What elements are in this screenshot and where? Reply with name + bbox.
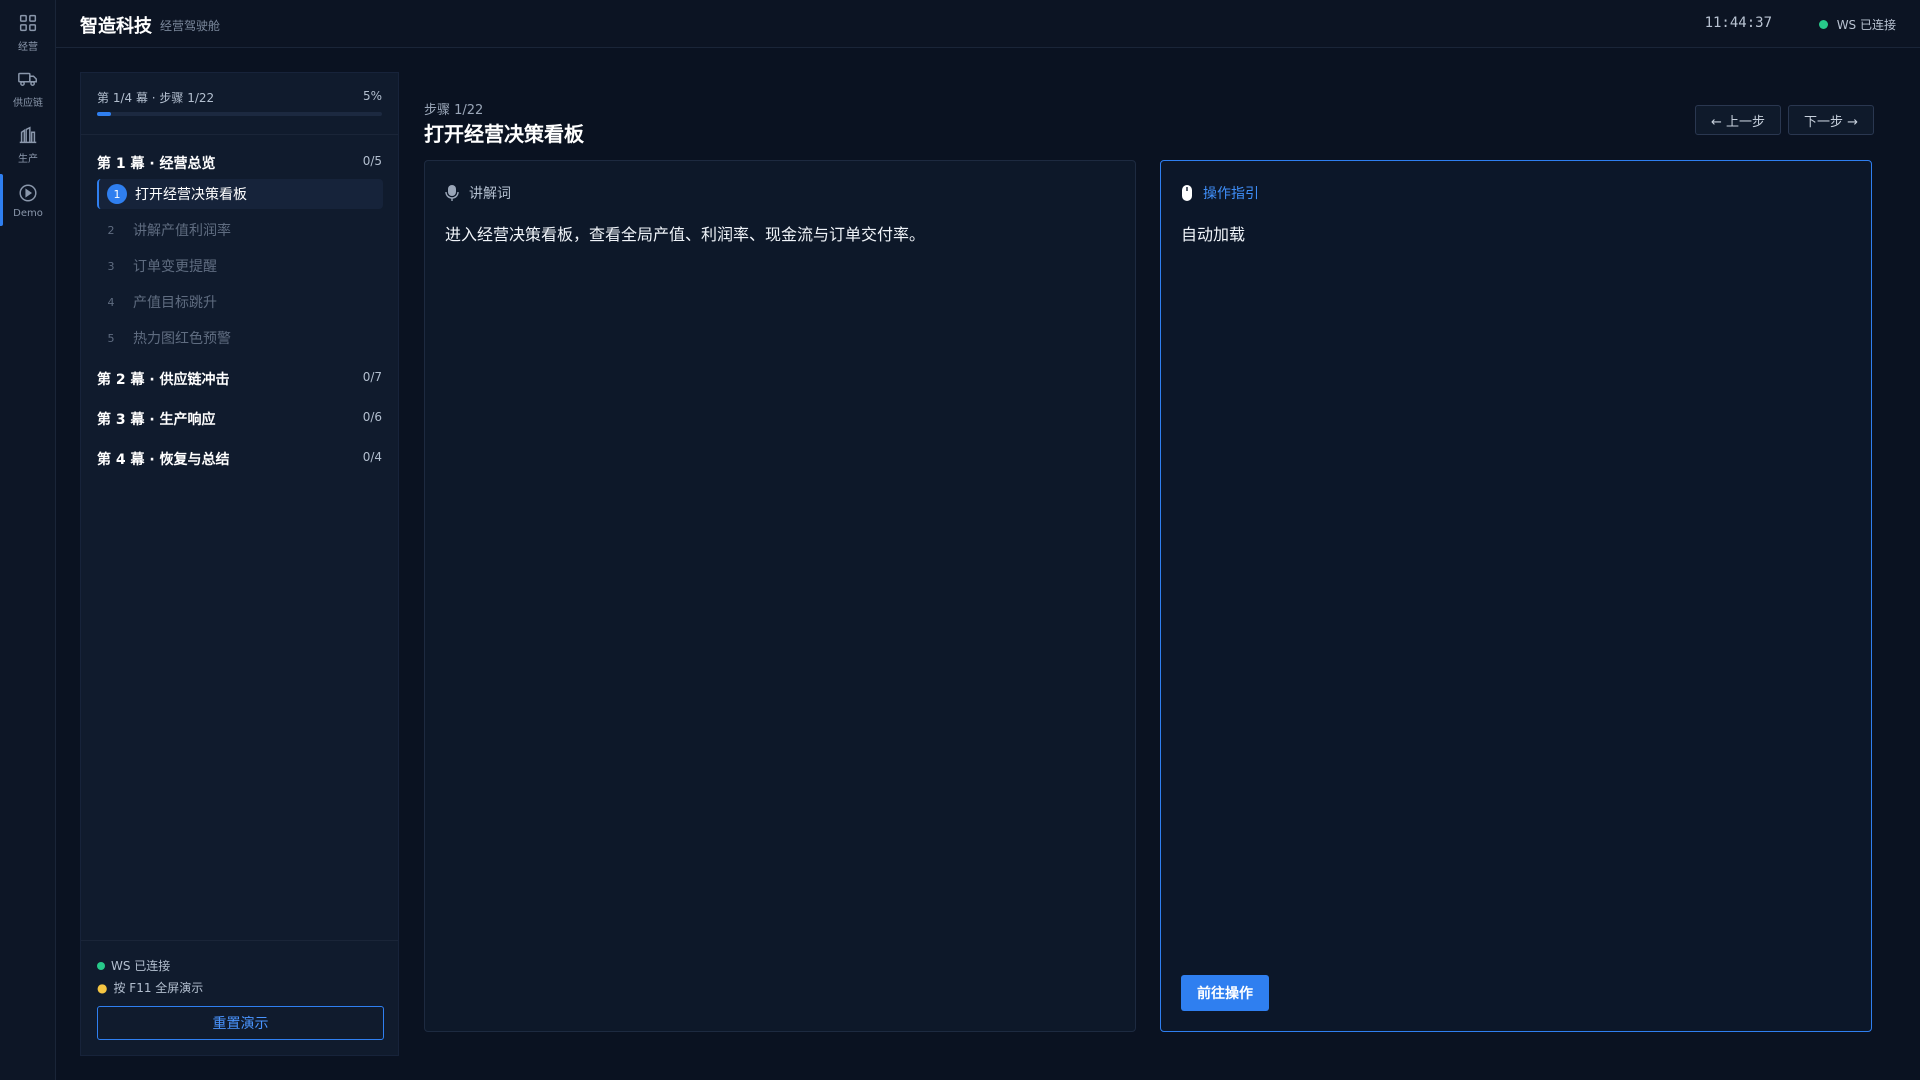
- progress-header: 第 1/4 幕 · 步骤 1/22 5%: [97, 89, 382, 106]
- guide-text: 自动加载: [1181, 225, 1246, 244]
- act-count: 0/5: [362, 154, 382, 168]
- script-card-title: 讲解词: [469, 186, 511, 202]
- guide-card: 操作指引 自动加载 前往操作: [1160, 160, 1872, 1032]
- step-item-5[interactable]: 5 热力图红色预警: [97, 323, 383, 353]
- footer-ws-status: WS 已连接: [97, 957, 170, 974]
- steps-panel: 第 1/4 幕 · 步骤 1/22 5% 第 1 幕 · 经营总览 0/5 1 …: [80, 72, 399, 1056]
- rail-label: 经营: [18, 41, 38, 53]
- rail-item-operations[interactable]: 经营: [0, 4, 56, 60]
- grid-icon: [19, 14, 37, 31]
- step-number: 1: [107, 184, 127, 204]
- act-header-2[interactable]: 第 2 幕 · 供应链冲击 0/7: [97, 369, 382, 389]
- top-bar: 智造科技 经营驾驶舱 11:44:37 WS 已连接: [56, 0, 1920, 48]
- step-item-1[interactable]: 1 打开经营决策看板: [97, 179, 383, 209]
- app-root: 经营 供应链 生产 Demo 智造科技 经营驾驶舱 11:44:37 WS 已连…: [0, 0, 1920, 1080]
- progress-bar: [97, 112, 382, 116]
- act-title: 第 4 幕 · 恢复与总结: [97, 452, 230, 468]
- truck-icon: [18, 72, 37, 86]
- act-title: 第 1 幕 · 经营总览: [97, 156, 216, 172]
- script-card: 讲解词 进入经营决策看板，查看全局产值、利润率、现金流与订单交付率。: [424, 160, 1136, 1032]
- rail-label: 供应链: [13, 97, 43, 109]
- act-title: 第 3 幕 · 生产响应: [97, 412, 216, 428]
- rail-label: 生产: [18, 153, 38, 165]
- step-label: 热力图红色预警: [133, 331, 231, 347]
- fullscreen-hint: ● 按 F11 全屏演示: [97, 979, 203, 996]
- divider: [81, 940, 398, 941]
- ws-status: WS 已连接: [1818, 16, 1896, 33]
- step-number: 4: [107, 295, 115, 309]
- step-number: 3: [107, 259, 115, 273]
- status-dot-icon: [1818, 20, 1828, 29]
- progress-text: 第 1/4 幕 · 步骤 1/22: [97, 91, 215, 105]
- step-number: 5: [107, 331, 115, 345]
- mouse-icon: [1182, 185, 1192, 201]
- act-count: 0/7: [362, 370, 382, 384]
- step-label: 产值目标跳升: [133, 295, 217, 311]
- step-counter: 步骤 1/22: [424, 103, 484, 118]
- script-card-header: 讲解词: [445, 183, 511, 203]
- ws-status-label: WS 已连接: [1836, 18, 1896, 32]
- step-item-4[interactable]: 4 产值目标跳升: [97, 287, 383, 317]
- brand-subtitle: 经营驾驶舱: [160, 19, 221, 33]
- factory-icon: [19, 125, 37, 143]
- step-label: 打开经营决策看板: [135, 187, 247, 203]
- lightbulb-icon: ●: [97, 980, 108, 995]
- step-item-2[interactable]: 2 讲解产值利润率: [97, 215, 383, 245]
- microphone-icon: [445, 185, 459, 201]
- guide-card-title: 操作指引: [1203, 186, 1259, 202]
- step-item-3[interactable]: 3 订单变更提醒: [97, 251, 383, 281]
- side-rail: 经营 供应链 生产 Demo: [0, 0, 56, 1080]
- rail-item-demo[interactable]: Demo: [0, 172, 56, 228]
- clock: 11:44:37: [1704, 15, 1772, 31]
- prev-step-button[interactable]: ← 上一步: [1695, 105, 1781, 135]
- go-to-action-button[interactable]: 前往操作: [1181, 975, 1269, 1011]
- play-circle-icon: [19, 183, 37, 202]
- hint-label: 按 F11 全屏演示: [113, 981, 204, 995]
- act-header-1[interactable]: 第 1 幕 · 经营总览 0/5: [97, 153, 382, 173]
- brand-title: 智造科技: [80, 16, 152, 37]
- reset-demo-button[interactable]: 重置演示: [97, 1006, 384, 1040]
- act-header-3[interactable]: 第 3 幕 · 生产响应 0/6: [97, 409, 382, 429]
- rail-item-production[interactable]: 生产: [0, 116, 56, 172]
- step-title: 打开经营决策看板: [424, 122, 584, 146]
- act-count: 0/6: [362, 410, 382, 424]
- footer-ws-label: WS 已连接: [111, 959, 171, 973]
- act-header-4[interactable]: 第 4 幕 · 恢复与总结 0/4: [97, 449, 382, 469]
- step-label: 订单变更提醒: [133, 259, 217, 275]
- step-number: 2: [107, 223, 115, 237]
- script-text: 进入经营决策看板，查看全局产值、利润率、现金流与订单交付率。: [445, 225, 926, 244]
- step-label: 讲解产值利润率: [133, 223, 231, 239]
- status-dot-icon: [97, 961, 105, 970]
- next-step-button[interactable]: 下一步 →: [1788, 105, 1874, 135]
- act-title: 第 2 幕 · 供应链冲击: [97, 372, 230, 388]
- guide-card-header: 操作指引: [1181, 183, 1259, 203]
- divider: [81, 134, 398, 135]
- act-count: 0/4: [362, 450, 382, 464]
- progress-fill: [97, 112, 112, 116]
- progress-percent: 5%: [362, 89, 382, 103]
- rail-label: Demo: [13, 207, 43, 219]
- rail-item-supply-chain[interactable]: 供应链: [0, 60, 56, 116]
